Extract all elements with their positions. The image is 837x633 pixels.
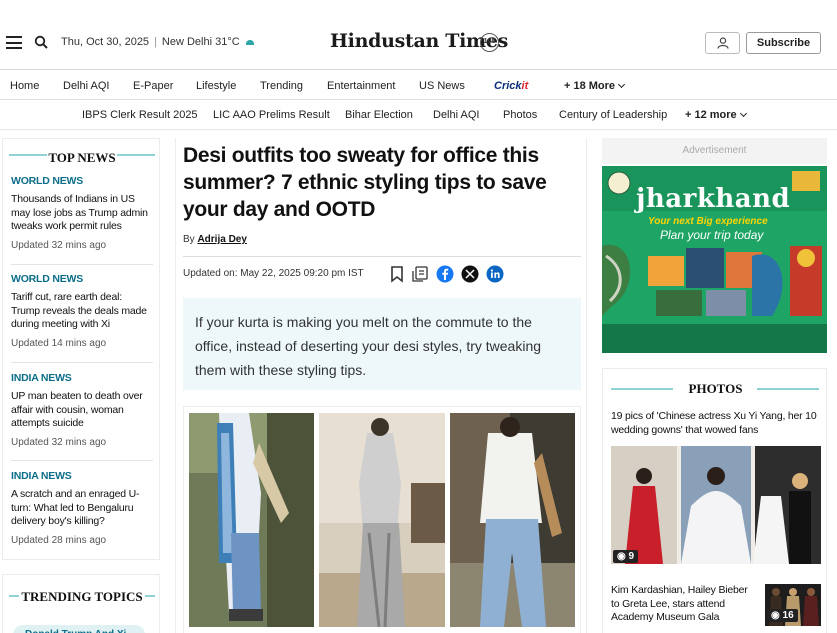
nav-home[interactable]: Home xyxy=(10,80,39,92)
news-title[interactable]: A scratch and an enraged U-turn: What le… xyxy=(11,488,153,529)
news-category[interactable]: INDIA NEWS xyxy=(11,470,153,482)
news-category[interactable]: WORLD NEWS xyxy=(11,273,153,285)
news-timestamp: Updated 14 mins ago xyxy=(11,337,107,349)
trend-bihar-election[interactable]: Bihar Election xyxy=(345,109,413,121)
anniversary-badge: 100 xyxy=(480,33,499,52)
article-updated-time: Updated on: May 22, 2025 09:20 pm IST xyxy=(183,268,364,279)
nav-crickit-logo[interactable]: Crickit xyxy=(494,80,528,92)
nav-lifestyle[interactable]: Lifestyle xyxy=(196,80,236,92)
news-title[interactable]: Tariff cut, rare earth deal: Trump revea… xyxy=(11,291,153,332)
nav-us-news[interactable]: US News xyxy=(419,80,465,92)
user-login-button[interactable] xyxy=(705,32,740,54)
trending-topics-panel: TRENDING TOPICS Donald Trump And Xi xyxy=(2,574,160,633)
camera-icon: ◉ xyxy=(771,610,780,621)
site-header: Thu, Oct 30, 2025 | New Delhi 31°C Hindust… xyxy=(0,0,837,70)
linkedin-share-icon[interactable] xyxy=(486,265,504,283)
trend-delhi-aqi[interactable]: Delhi AQI xyxy=(433,109,479,121)
nav-epaper[interactable]: E-Paper xyxy=(133,80,173,92)
facebook-share-icon[interactable] xyxy=(436,265,454,283)
news-title[interactable]: Thousands of Indians in US may lose jobs… xyxy=(11,193,153,234)
heading-divider xyxy=(145,595,155,597)
article: Desi outfits too sweaty for office this … xyxy=(175,138,587,633)
current-date: Thu, Oct 30, 2025 xyxy=(61,36,150,48)
byline: By Adrija Dey xyxy=(183,234,247,245)
jharkhand-tourism-ad[interactable]: jharkhand Your next Big experience Plan … xyxy=(602,166,827,353)
list-item[interactable]: WORLD NEWS Thousands of Indians in US ma… xyxy=(11,175,153,251)
gallery-count-badge: ◉ 16 xyxy=(767,609,798,622)
list-item[interactable]: WORLD NEWS Tariff cut, rare earth deal: … xyxy=(11,273,153,349)
nav-delhi-aqi[interactable]: Delhi AQI xyxy=(63,80,109,92)
user-icon xyxy=(717,37,729,49)
nav-entertainment[interactable]: Entertainment xyxy=(327,80,395,92)
trend-photos[interactable]: Photos xyxy=(503,109,537,121)
weather-icon xyxy=(245,39,254,45)
trend-century-leadership[interactable]: Century of Leadership xyxy=(559,109,667,121)
top-news-heading: TOP NEWS xyxy=(48,150,116,165)
trend-ibps-clerk[interactable]: IBPS Clerk Result 2025 xyxy=(82,109,198,121)
heading-divider xyxy=(117,154,155,156)
divider xyxy=(11,264,153,265)
gallery-count: 9 xyxy=(628,551,635,562)
author-link[interactable]: Adrija Dey xyxy=(197,234,246,245)
trending-nav: IBPS Clerk Result 2025 LIC AAO Prelims R… xyxy=(0,101,837,130)
list-item[interactable]: INDIA NEWS A scratch and an enraged U-tu… xyxy=(11,470,153,546)
news-category[interactable]: INDIA NEWS xyxy=(11,372,153,384)
advertisement-label: Advertisement xyxy=(602,138,827,164)
menu-icon[interactable] xyxy=(6,36,22,49)
gallery-thumbnail[interactable] xyxy=(611,446,821,564)
weather-text: New Delhi 31°C xyxy=(161,36,240,48)
news-timestamp: Updated 32 mins ago xyxy=(11,436,107,448)
nav-trending[interactable]: Trending xyxy=(260,80,303,92)
search-icon[interactable] xyxy=(34,35,48,49)
nav-more-menu[interactable]: + 18 More xyxy=(564,80,626,92)
trending-topic-pill[interactable]: Donald Trump And Xi xyxy=(13,625,145,633)
gallery-title[interactable]: Kim Kardashian, Hailey Bieber to Greta L… xyxy=(611,584,751,625)
chevron-down-icon xyxy=(739,109,747,118)
trending-topics-heading: TRENDING TOPICS xyxy=(21,589,143,604)
outfit-photo-2 xyxy=(319,413,445,627)
bookmark-icon[interactable] xyxy=(388,265,406,283)
byline-prefix: By xyxy=(183,234,195,245)
news-title[interactable]: UP man beaten to death over affair with … xyxy=(11,390,153,431)
outfit-photo-1 xyxy=(189,413,314,627)
x-share-icon[interactable] xyxy=(461,265,479,283)
google-preferred-source-icon[interactable] xyxy=(411,265,429,283)
heading-divider xyxy=(757,388,819,390)
article-headline: Desi outfits too sweaty for office this … xyxy=(183,144,547,221)
divider xyxy=(11,362,153,363)
gallery-count: 16 xyxy=(782,610,794,621)
list-item[interactable]: INDIA NEWS UP man beaten to death over a… xyxy=(11,372,153,448)
top-news-panel: TOP NEWS WORLD NEWS Thousands of Indians… xyxy=(2,138,160,560)
ad-brand-text: jharkhand xyxy=(636,184,791,214)
article-summary: If your kurta is making you melt on the … xyxy=(183,298,581,390)
news-category[interactable]: WORLD NEWS xyxy=(11,175,153,187)
photos-panel: PHOTOS 19 pics of 'Chinese actress Xu Yi… xyxy=(602,368,827,633)
camera-icon: ◉ xyxy=(617,551,626,562)
chevron-down-icon xyxy=(618,80,626,89)
dateline: Thu, Oct 30, 2025 | New Delhi 31°C xyxy=(61,36,254,48)
news-timestamp: Updated 28 mins ago xyxy=(11,534,107,546)
primary-nav: Home Delhi AQI E-Paper Lifestyle Trendin… xyxy=(0,71,837,100)
subscribe-button[interactable]: Subscribe xyxy=(746,32,821,54)
divider xyxy=(183,256,581,257)
news-timestamp: Updated 32 mins ago xyxy=(11,239,107,251)
ad-tagline: Your next Big experience xyxy=(648,216,768,227)
gallery-count-badge: ◉ 9 xyxy=(613,550,639,563)
ad-cta: Plan your trip today xyxy=(660,228,764,242)
trend-more-menu[interactable]: + 12 more xyxy=(685,109,747,121)
article-hero-images xyxy=(183,406,581,633)
outfit-photo-3 xyxy=(450,413,575,627)
gallery-title[interactable]: 19 pics of 'Chinese actress Xu Yi Yang, … xyxy=(611,410,823,437)
trend-lic-aao[interactable]: LIC AAO Prelims Result xyxy=(213,109,330,121)
divider xyxy=(11,460,153,461)
